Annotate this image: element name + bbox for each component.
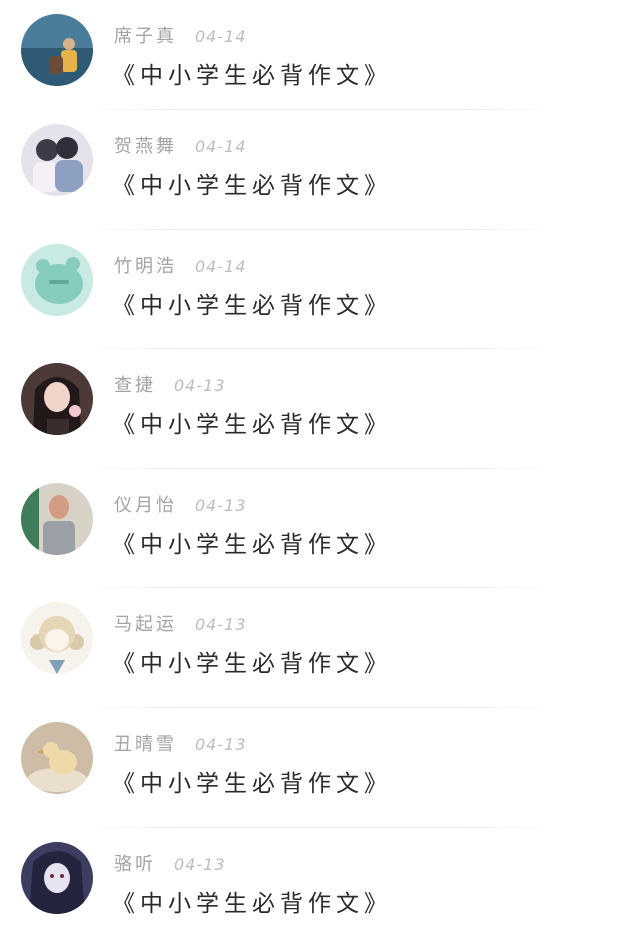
comment-text: 《中小学生必背作文》 xyxy=(112,890,392,917)
user-name[interactable]: 竹明浩 xyxy=(114,256,177,277)
mint-bear-avatar xyxy=(21,243,93,316)
comment-text: 《中小学生必背作文》 xyxy=(112,63,392,89)
user-name[interactable]: 席子真 xyxy=(114,26,177,47)
girl-icecream-avatar xyxy=(21,363,93,436)
avatar[interactable] xyxy=(21,363,93,436)
list-item[interactable]: 竹明浩 04-14 《中小学生必背作文》 xyxy=(0,230,640,350)
avatar[interactable] xyxy=(21,243,93,316)
avatar[interactable] xyxy=(21,841,93,914)
couple-photo-avatar xyxy=(21,124,93,196)
dark-anime-avatar xyxy=(21,841,93,914)
avatar[interactable] xyxy=(21,721,93,794)
list-item[interactable]: 仪月怡 04-13 《中小学生必背作文》 xyxy=(0,469,640,589)
list-item[interactable]: 贺燕舞 04-14 《中小学生必背作文》 xyxy=(0,110,640,230)
user-name[interactable]: 仪月怡 xyxy=(114,495,177,516)
user-name[interactable]: 丑晴雪 xyxy=(114,734,177,755)
list-item[interactable]: 席子真 04-14 《中小学生必背作文》 xyxy=(0,0,640,110)
list-item[interactable]: 骆听 04-13 《中小学生必背作文》 xyxy=(0,828,640,947)
user-name[interactable]: 马起运 xyxy=(114,614,177,635)
list-item[interactable]: 丑晴雪 04-13 《中小学生必背作文》 xyxy=(0,708,640,828)
user-name[interactable]: 查捷 xyxy=(114,375,156,396)
comment-date: 04-13 xyxy=(195,615,247,635)
comment-text: 《中小学生必背作文》 xyxy=(112,412,392,439)
duckling-avatar xyxy=(21,721,93,794)
avatar[interactable] xyxy=(21,14,93,86)
comment-date: 04-13 xyxy=(195,495,247,515)
comment-text: 《中小学生必背作文》 xyxy=(112,292,392,319)
comment-text: 《中小学生必背作文》 xyxy=(112,651,392,678)
comment-date: 04-14 xyxy=(195,256,247,276)
list-item[interactable]: 马起运 04-13 《中小学生必背作文》 xyxy=(0,588,640,708)
comment-text: 《中小学生必背作文》 xyxy=(112,173,392,199)
avatar[interactable] xyxy=(21,602,93,675)
old-man-avatar xyxy=(21,482,93,555)
anime-girl-avatar xyxy=(21,602,93,675)
list-item[interactable]: 查捷 04-13 《中小学生必背作文》 xyxy=(0,349,640,469)
comment-date: 04-13 xyxy=(195,734,247,754)
beach-couple-avatar xyxy=(21,14,93,86)
comment-text: 《中小学生必背作文》 xyxy=(112,531,392,558)
user-name[interactable]: 骆听 xyxy=(114,854,156,875)
avatar[interactable] xyxy=(21,482,93,555)
comment-date: 04-13 xyxy=(174,376,226,396)
comment-date: 04-13 xyxy=(174,854,226,874)
comment-list: 席子真 04-14 《中小学生必背作文》 贺燕舞 04-14 《中小学生必背作文》 xyxy=(0,0,640,943)
avatar[interactable] xyxy=(21,124,93,196)
comment-date: 04-14 xyxy=(195,27,247,46)
comment-text: 《中小学生必背作文》 xyxy=(112,770,392,797)
user-name[interactable]: 贺燕舞 xyxy=(114,136,177,157)
comment-date: 04-14 xyxy=(195,137,247,156)
